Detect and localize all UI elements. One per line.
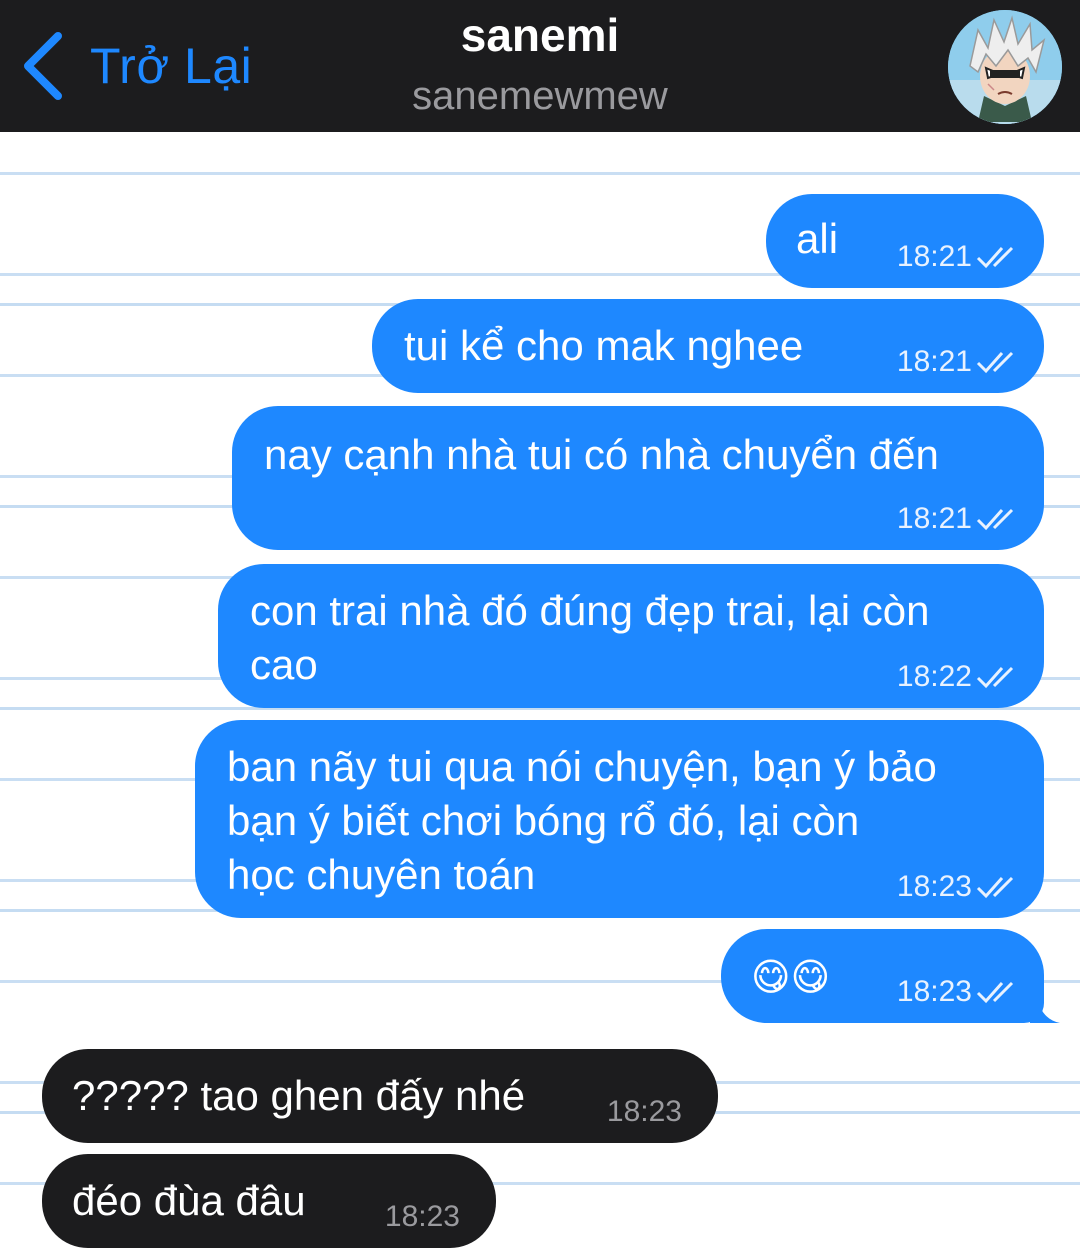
double-check-icon [976,246,1014,269]
message-meta: 18:23 [897,870,1022,904]
message-meta: 18:21 [897,240,1022,274]
message-text: 😋😋 [751,957,831,999]
message-bubble[interactable]: ali 18:21 [766,194,1044,288]
message-text: ban nãy tui qua nói chuyện, bạn ý bảo [227,743,937,790]
double-check-icon [976,876,1014,899]
message-meta: 18:22 [897,660,1022,694]
message-text: ????? tao ghen đấy nhé [72,1072,526,1119]
message-time: 18:21 [896,240,972,273]
message-time: 18:22 [896,660,972,693]
message-bubble[interactable]: nay cạnh nhà tui có nhà chuyển đến 18:21 [232,406,1044,550]
message-text: con trai nhà đó đúng đẹp trai, lại còn [250,587,930,634]
contact-username: sanemewmew [412,74,668,118]
message-text: tui kể cho mak nghee [404,322,804,369]
message-text: bạn ý biết chơi bóng rổ đó, lại còn [227,797,860,844]
message-bubble[interactable]: tui kể cho mak nghee 18:21 [372,299,1044,393]
message-text: cao [250,641,318,688]
message-bubble[interactable]: ban nãy tui qua nói chuyện, bạn ý bảo bạ… [195,720,1044,918]
bubble-tail-icon [1030,993,1060,1023]
double-check-icon [976,508,1014,531]
message-bubble[interactable]: 😋😋 18:23 [721,929,1060,1023]
message-meta: 18:23 [385,1200,460,1234]
message-time: 18:23 [896,870,972,903]
message-bubble[interactable]: con trai nhà đó đúng đẹp trai, lại còn c… [218,564,1044,708]
message-text: đéo đùa đâu [72,1177,306,1224]
double-check-icon [976,981,1014,1004]
chat-header: Trở Lại sanemi sanemewmew [0,0,1080,132]
message-time: 18:23 [606,1095,682,1128]
avatar-image [948,10,1062,124]
double-check-icon [976,351,1014,374]
message-meta: 18:23 [607,1095,682,1129]
double-check-icon [976,666,1014,689]
message-meta: 18:21 [897,345,1022,379]
avatar[interactable] [948,10,1062,124]
message-time: 18:21 [896,345,972,378]
message-meta: 18:23 [897,975,1022,1009]
contact-name: sanemi [460,9,620,61]
message-bubble[interactable]: đéo đùa đâu 18:23 [42,1154,496,1248]
message-text: ali [796,215,839,262]
message-text: nay cạnh nhà tui có nhà chuyển đến [264,431,939,478]
message-time: 18:21 [896,502,972,535]
message-time: 18:23 [896,975,972,1008]
message-bubble[interactable]: ????? tao ghen đấy nhé 18:23 [42,1049,718,1143]
message-text: học chuyên toán [227,851,536,898]
message-time: 18:23 [384,1200,460,1233]
message-meta: 18:21 [897,502,1022,536]
